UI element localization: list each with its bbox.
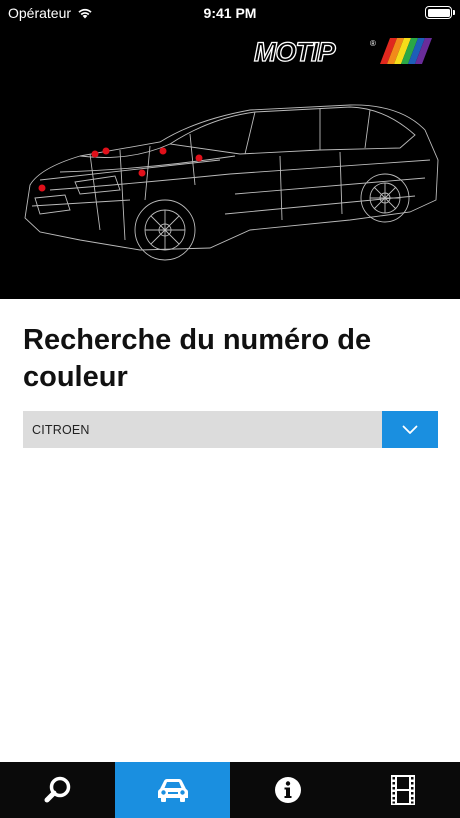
info-icon: [274, 777, 301, 803]
car-wireframe-image: [24, 104, 439, 261]
tab-search[interactable]: [0, 762, 115, 818]
svg-text:®: ®: [370, 39, 376, 48]
dropdown-toggle-button[interactable]: [382, 411, 438, 448]
hero-banner: Opérateur 9:41 PM MOTIP ®: [0, 0, 460, 299]
tab-video[interactable]: [345, 762, 460, 818]
motip-logo: MOTIP ®: [253, 37, 432, 65]
battery-icon: [425, 6, 455, 19]
tab-car[interactable]: [115, 762, 230, 818]
chevron-down-icon: [402, 425, 418, 434]
brand-dropdown-value: CITROEN: [32, 422, 90, 437]
tab-bar: [0, 762, 460, 818]
svg-text:MOTIP: MOTIP: [254, 37, 336, 65]
clock: 9:41 PM: [203, 5, 257, 21]
search-icon: [44, 776, 70, 803]
tab-info[interactable]: [230, 762, 345, 818]
car-icon: [157, 779, 188, 802]
film-icon: [390, 775, 415, 805]
status-bar: Opérateur 9:41 PM: [0, 0, 460, 26]
brand-dropdown[interactable]: CITROEN: [23, 411, 438, 448]
page-title: Recherche du numéro de couleur: [23, 324, 372, 393]
